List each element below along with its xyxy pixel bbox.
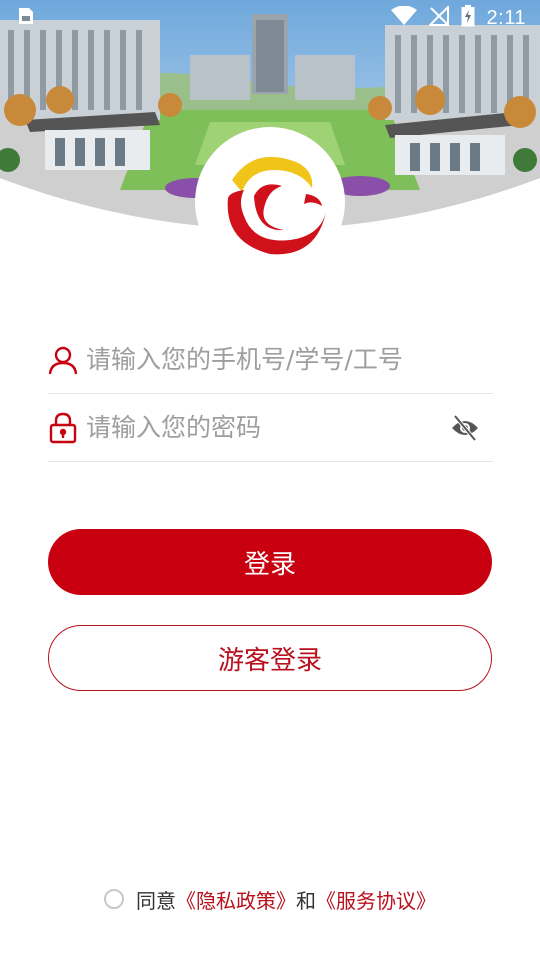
sim-card-icon bbox=[18, 7, 34, 29]
login-button-label: 登录 bbox=[243, 549, 296, 580]
login-button[interactable]: 登录 bbox=[48, 529, 492, 595]
phone-input[interactable] bbox=[86, 345, 493, 374]
phone-field bbox=[48, 326, 493, 394]
guest-login-button[interactable]: 游客登录 bbox=[48, 625, 492, 691]
password-input[interactable] bbox=[86, 413, 445, 442]
eye-off-icon[interactable] bbox=[445, 408, 485, 448]
privacy-policy-link[interactable]: 《隐私政策》 bbox=[176, 885, 296, 914]
password-field bbox=[48, 394, 493, 462]
agree-radio[interactable] bbox=[104, 889, 124, 909]
status-time: 2:11 bbox=[486, 6, 526, 29]
status-bar: 2:11 bbox=[0, 0, 540, 36]
lock-icon bbox=[48, 412, 78, 443]
agreement-prefix: 同意 bbox=[136, 888, 176, 913]
guest-login-button-label: 游客登录 bbox=[217, 645, 322, 676]
wifi-icon bbox=[390, 5, 417, 30]
no-signal-icon bbox=[427, 4, 449, 30]
university-logo bbox=[195, 127, 345, 277]
agreement-joiner: 和 bbox=[296, 888, 316, 913]
user-icon bbox=[48, 345, 78, 375]
battery-charging-icon bbox=[461, 5, 475, 31]
service-agreement-link[interactable]: 《服务协议》 bbox=[316, 885, 436, 914]
agreement-row: 同意 《隐私政策》 和 《服务协议》 bbox=[0, 882, 540, 916]
